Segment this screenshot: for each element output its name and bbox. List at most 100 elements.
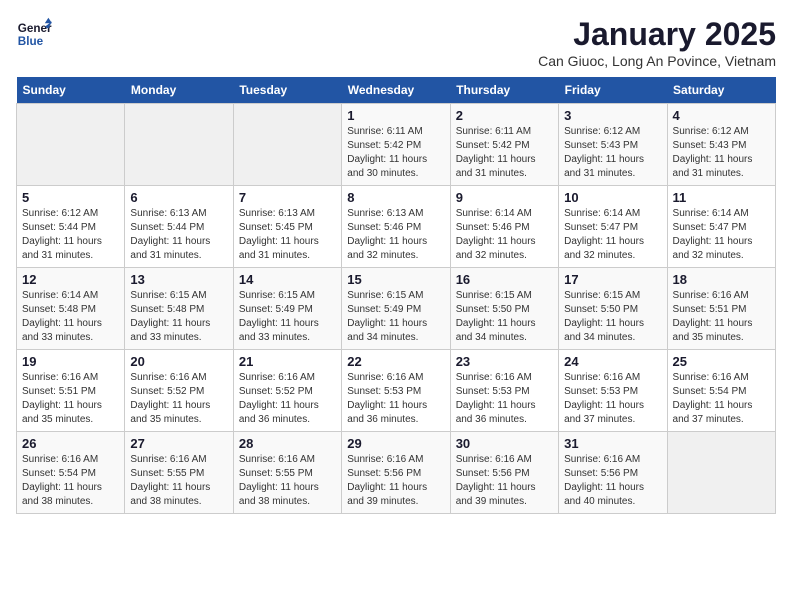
col-saturday: Saturday: [667, 77, 775, 104]
table-row: 23Sunrise: 6:16 AM Sunset: 5:53 PM Dayli…: [450, 350, 558, 432]
calendar-week-row: 12 Sunrise: 6:14 AM Sunset: 5:48 PM Dayli…: [17, 268, 776, 350]
calendar-header-row: Sunday Monday Tuesday Wednesday Thursday…: [17, 77, 776, 104]
table-row: 27 Sunrise: 6:16 AM Sunset: 5:55 PM Dayli…: [125, 432, 233, 514]
day-number: 18: [673, 272, 770, 287]
day-number: 12: [22, 272, 119, 287]
day-number: 4: [673, 108, 770, 123]
day-number: 19: [22, 354, 119, 369]
calendar-week-row: 19 Sunrise: 6:16 AM Sunset: 5:51 PM Dayli…: [17, 350, 776, 432]
day-info: Sunrise: 6:16 AM Sunset: 5:51 PM Dayligh…: [22, 371, 119, 427]
calendar-table: Sunday Monday Tuesday Wednesday Thursday…: [16, 77, 776, 514]
day-number: 16: [456, 272, 553, 287]
logo-icon: General Blue: [16, 16, 52, 52]
table-row: 28 Sunrise: 6:16 AM Sunset: 5:55 PM Dayli…: [233, 432, 341, 514]
table-row: 3 Sunrise: 6:12 AM Sunset: 5:43 PM Daylig…: [559, 104, 667, 186]
table-row: [125, 104, 233, 186]
day-number: 14: [239, 272, 336, 287]
table-row: 2Sunrise: 6:11 AM Sunset: 5:42 PM Daylig…: [450, 104, 558, 186]
calendar-week-row: 26 Sunrise: 6:16 AM Sunset: 5:54 PM Dayli…: [17, 432, 776, 514]
col-sunday: Sunday: [17, 77, 125, 104]
table-row: 20Sunrise: 6:16 AM Sunset: 5:52 PM Dayli…: [125, 350, 233, 432]
table-row: 12 Sunrise: 6:14 AM Sunset: 5:48 PM Dayli…: [17, 268, 125, 350]
title-section: January 2025 Can Giuoc, Long An Povince,…: [538, 16, 776, 69]
table-row: 16 Sunrise: 6:15 AM Sunset: 5:50 PM Dayli…: [450, 268, 558, 350]
day-info: Sunrise: 6:16 AM Sunset: 5:55 PM Dayligh…: [239, 453, 336, 509]
day-info: Sunrise: 6:13 AM Sunset: 5:44 PM Dayligh…: [130, 207, 227, 263]
day-number: 7: [239, 190, 336, 205]
table-row: 29Sunrise: 6:16 AM Sunset: 5:56 PM Dayli…: [342, 432, 450, 514]
day-info: Sunrise: 6:14 AM Sunset: 5:47 PM Dayligh…: [564, 207, 661, 263]
table-row: 8 Sunrise: 6:13 AM Sunset: 5:46 PM Daylig…: [342, 186, 450, 268]
table-row: 17 Sunrise: 6:15 AM Sunset: 5:50 PM Dayli…: [559, 268, 667, 350]
day-number: 28: [239, 436, 336, 451]
table-row: [233, 104, 341, 186]
logo: General Blue: [16, 16, 52, 52]
table-row: 9 Sunrise: 6:14 AM Sunset: 5:46 PM Daylig…: [450, 186, 558, 268]
day-info: Sunrise: 6:16 AM Sunset: 5:55 PM Dayligh…: [130, 453, 227, 509]
table-row: 14 Sunrise: 6:15 AM Sunset: 5:49 PM Dayli…: [233, 268, 341, 350]
table-row: 22Sunrise: 6:16 AM Sunset: 5:53 PM Dayli…: [342, 350, 450, 432]
day-info: Sunrise: 6:16 AM Sunset: 5:51 PM Dayligh…: [673, 289, 770, 345]
day-info: Sunrise: 6:12 AM Sunset: 5:43 PM Dayligh…: [673, 125, 770, 181]
day-number: 27: [130, 436, 227, 451]
day-info: Sunrise: 6:14 AM Sunset: 5:46 PM Dayligh…: [456, 207, 553, 263]
table-row: 26 Sunrise: 6:16 AM Sunset: 5:54 PM Dayli…: [17, 432, 125, 514]
day-number: 13: [130, 272, 227, 287]
table-row: 4 Sunrise: 6:12 AM Sunset: 5:43 PM Daylig…: [667, 104, 775, 186]
day-number: 5: [22, 190, 119, 205]
col-thursday: Thursday: [450, 77, 558, 104]
day-info: Sunrise: 6:16 AM Sunset: 5:53 PM Dayligh…: [456, 371, 553, 427]
day-number: 22: [347, 354, 444, 369]
day-info: Sunrise: 6:15 AM Sunset: 5:49 PM Dayligh…: [239, 289, 336, 345]
day-number: 29: [347, 436, 444, 451]
table-row: [667, 432, 775, 514]
day-number: 24: [564, 354, 661, 369]
table-row: [17, 104, 125, 186]
col-friday: Friday: [559, 77, 667, 104]
table-row: 10 Sunrise: 6:14 AM Sunset: 5:47 PM Dayli…: [559, 186, 667, 268]
table-row: 1Sunrise: 6:11 AM Sunset: 5:42 PM Daylig…: [342, 104, 450, 186]
day-info: Sunrise: 6:16 AM Sunset: 5:54 PM Dayligh…: [673, 371, 770, 427]
day-info: Sunrise: 6:14 AM Sunset: 5:48 PM Dayligh…: [22, 289, 119, 345]
day-info: Sunrise: 6:16 AM Sunset: 5:56 PM Dayligh…: [456, 453, 553, 509]
day-info: Sunrise: 6:15 AM Sunset: 5:50 PM Dayligh…: [564, 289, 661, 345]
page-subtitle: Can Giuoc, Long An Povince, Vietnam: [538, 53, 776, 69]
day-info: Sunrise: 6:16 AM Sunset: 5:54 PM Dayligh…: [22, 453, 119, 509]
day-info: Sunrise: 6:11 AM Sunset: 5:42 PM Dayligh…: [347, 125, 444, 181]
day-number: 31: [564, 436, 661, 451]
day-number: 2: [456, 108, 553, 123]
table-row: 6 Sunrise: 6:13 AM Sunset: 5:44 PM Daylig…: [125, 186, 233, 268]
day-number: 11: [673, 190, 770, 205]
col-wednesday: Wednesday: [342, 77, 450, 104]
table-row: 5Sunrise: 6:12 AM Sunset: 5:44 PM Daylig…: [17, 186, 125, 268]
day-number: 30: [456, 436, 553, 451]
day-number: 6: [130, 190, 227, 205]
day-info: Sunrise: 6:13 AM Sunset: 5:45 PM Dayligh…: [239, 207, 336, 263]
day-number: 26: [22, 436, 119, 451]
day-number: 3: [564, 108, 661, 123]
table-row: 18 Sunrise: 6:16 AM Sunset: 5:51 PM Dayli…: [667, 268, 775, 350]
svg-text:Blue: Blue: [18, 35, 44, 48]
table-row: 31Sunrise: 6:16 AM Sunset: 5:56 PM Dayli…: [559, 432, 667, 514]
day-info: Sunrise: 6:16 AM Sunset: 5:52 PM Dayligh…: [239, 371, 336, 427]
day-info: Sunrise: 6:15 AM Sunset: 5:50 PM Dayligh…: [456, 289, 553, 345]
day-number: 10: [564, 190, 661, 205]
day-number: 20: [130, 354, 227, 369]
day-number: 17: [564, 272, 661, 287]
table-row: 24Sunrise: 6:16 AM Sunset: 5:53 PM Dayli…: [559, 350, 667, 432]
col-monday: Monday: [125, 77, 233, 104]
day-number: 21: [239, 354, 336, 369]
svg-text:General: General: [18, 22, 52, 35]
day-number: 9: [456, 190, 553, 205]
day-info: Sunrise: 6:14 AM Sunset: 5:47 PM Dayligh…: [673, 207, 770, 263]
calendar-week-row: 1Sunrise: 6:11 AM Sunset: 5:42 PM Daylig…: [17, 104, 776, 186]
page-header: General Blue January 2025 Can Giuoc, Lon…: [16, 16, 776, 69]
table-row: 25Sunrise: 6:16 AM Sunset: 5:54 PM Dayli…: [667, 350, 775, 432]
day-info: Sunrise: 6:15 AM Sunset: 5:48 PM Dayligh…: [130, 289, 227, 345]
day-number: 15: [347, 272, 444, 287]
day-number: 8: [347, 190, 444, 205]
day-info: Sunrise: 6:13 AM Sunset: 5:46 PM Dayligh…: [347, 207, 444, 263]
day-info: Sunrise: 6:15 AM Sunset: 5:49 PM Dayligh…: [347, 289, 444, 345]
day-info: Sunrise: 6:12 AM Sunset: 5:43 PM Dayligh…: [564, 125, 661, 181]
table-row: 15 Sunrise: 6:15 AM Sunset: 5:49 PM Dayli…: [342, 268, 450, 350]
